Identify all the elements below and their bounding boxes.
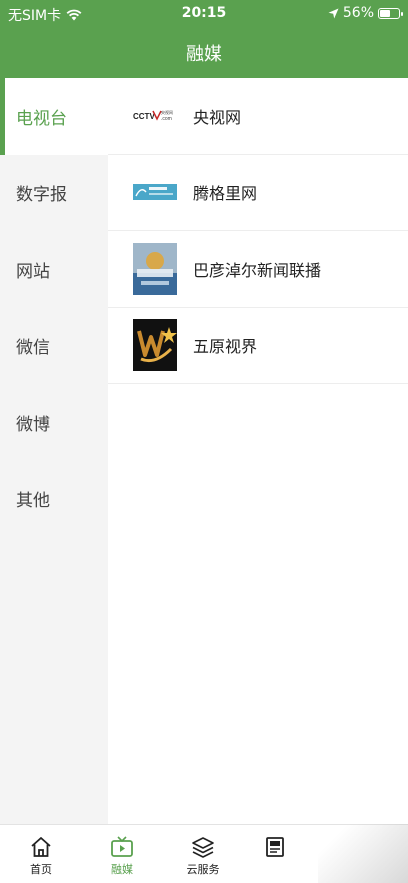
sidebar-item-weibo[interactable]: 微博 [0,384,108,461]
sidebar-item-label: 电视台 [16,108,67,129]
status-right: 56% [328,5,403,21]
category-sidebar: 电视台 数字报 网站 微信 微博 其他 [0,78,108,824]
layers-icon [192,837,214,858]
channel-name: 巴彦淖尔新闻联播 [193,260,322,280]
battery-icon [378,7,403,19]
sidebar-item-website[interactable]: 网站 [0,231,108,308]
page-title: 融媒 [186,44,222,65]
list-item[interactable]: 腾格里网 [108,155,408,231]
list-item[interactable]: CCTV 央视网 .com 央视网 [108,78,408,155]
nav-bar: 融媒 [0,28,408,78]
channel-list: CCTV 央视网 .com 央视网 腾格里网 巴彦淖尔新闻联播 五原视界 [108,78,408,824]
sidebar-item-label: 其他 [16,491,50,512]
list-item[interactable]: 五原视界 [108,308,408,384]
battery-percent: 56% [342,5,374,21]
sidebar-item-other[interactable]: 其他 [0,461,108,538]
location-arrow-icon [328,8,339,18]
tab-newspaper[interactable] [240,835,310,861]
sidebar-item-label: 微博 [16,414,50,435]
wuyuan-logo [133,319,177,372]
tab-label: 首页 [30,863,52,876]
sidebar-item-label: 网站 [16,261,50,282]
tab-home[interactable]: 首页 [6,835,76,877]
home-icon [31,837,51,857]
news-broadcast-logo [133,242,177,295]
tab-media[interactable]: 融媒 [87,835,157,877]
status-bar: 无SIM卡 20:15 56% [0,0,408,28]
tenggeli-logo [133,166,177,218]
svg-text:央视网: 央视网 [161,109,173,115]
sidebar-item-tv[interactable]: 电视台 [0,78,108,155]
tab-label: 融媒 [111,863,133,876]
tab-bar: 首页 融媒 云服务 [0,824,408,883]
sidebar-item-label: 数字报 [16,185,67,206]
svg-text:.com: .com [161,116,172,122]
tv-icon [111,836,133,857]
battery-level [380,9,390,17]
sidebar-item-wechat[interactable]: 微信 [0,308,108,385]
list-item[interactable]: 巴彦淖尔新闻联播 [108,231,408,308]
tab-label: 云服务 [186,863,220,876]
svg-text:CCTV: CCTV [133,112,155,121]
sidebar-item-label: 微信 [16,338,50,359]
channel-name: 腾格里网 [193,184,258,204]
cctv-logo: CCTV 央视网 .com [133,90,177,142]
sidebar-item-digital-paper[interactable]: 数字报 [0,155,108,232]
newspaper-icon [266,837,284,857]
channel-name: 央视网 [193,107,242,127]
tab-cloud-service[interactable]: 云服务 [168,835,238,877]
channel-name: 五原视界 [193,337,258,357]
